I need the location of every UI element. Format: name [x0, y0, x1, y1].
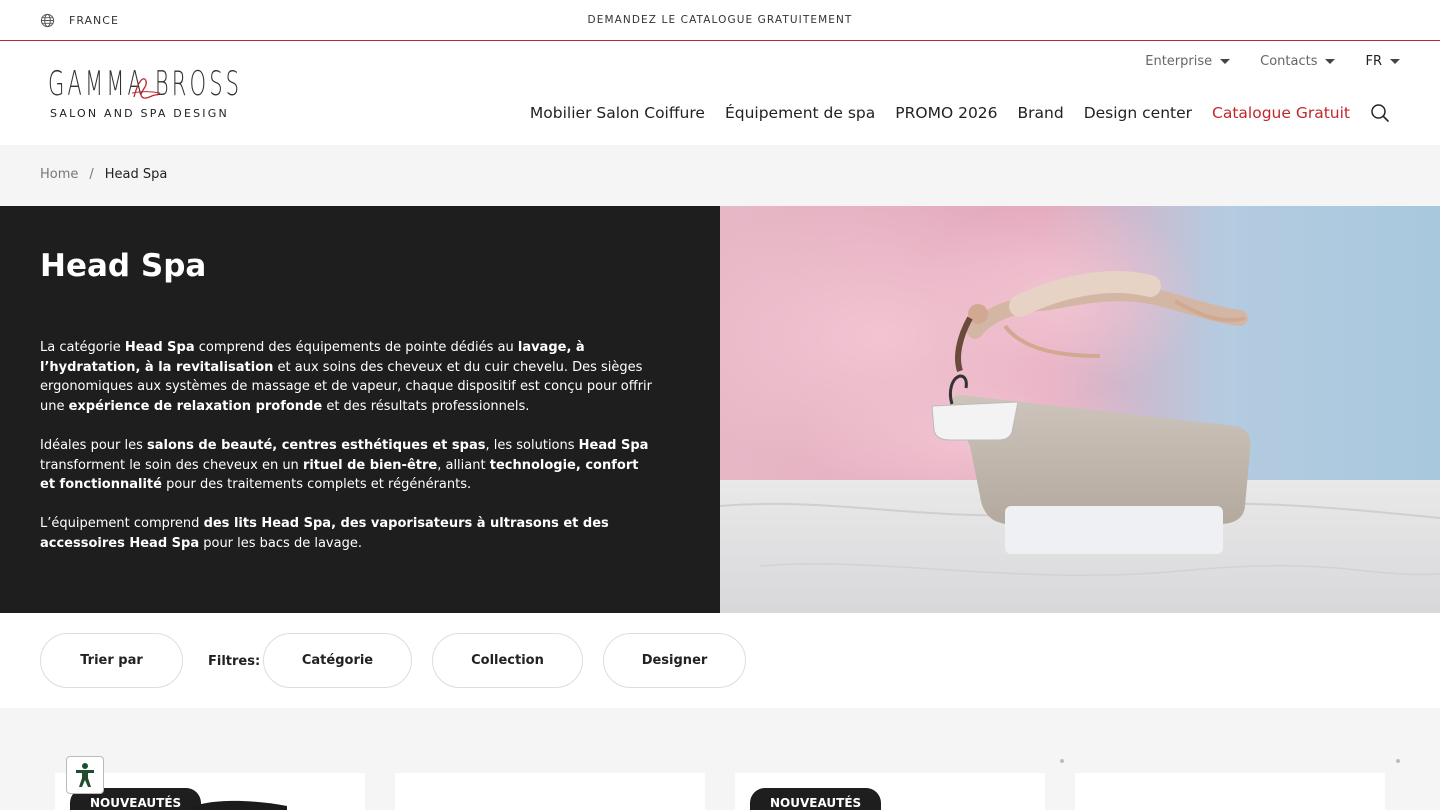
accessibility-icon	[76, 763, 94, 787]
carousel-dot	[1060, 759, 1064, 763]
product-thumbnail	[190, 800, 287, 810]
caret-down-icon	[1220, 59, 1231, 64]
language-selector[interactable]: FR	[1365, 54, 1400, 69]
logo-mark-icon	[131, 78, 161, 99]
nav-item-brand[interactable]: Brand	[1018, 104, 1064, 122]
search-icon	[1371, 104, 1389, 122]
main-nav: Mobilier Salon Coiffure Équipement de sp…	[510, 103, 1390, 123]
page-title: Head Spa	[40, 248, 207, 284]
product-card[interactable]: NOUVEAUTÉS	[735, 773, 1045, 810]
product-card[interactable]	[395, 773, 705, 810]
intro-paragraph-3: L’équipement comprend des lits Head Spa,…	[40, 516, 609, 551]
nav-item-mobilier[interactable]: Mobilier Salon Coiffure	[530, 104, 705, 122]
caret-down-icon	[1390, 59, 1400, 64]
breadcrumb-separator: /	[89, 167, 94, 182]
utility-menu: Enterprise Contacts FR	[1115, 54, 1400, 69]
nav-item-design-center[interactable]: Design center	[1084, 104, 1192, 122]
site-header: GAMMA BROSS SALON AND SPA DESIGN Enterpr…	[0, 41, 1440, 145]
nav-item-promo[interactable]: PROMO 2026	[895, 104, 997, 122]
logo-tagline: SALON AND SPA DESIGN	[50, 107, 229, 120]
filters-label: Filtres:	[208, 654, 261, 669]
product-card[interactable]	[1075, 773, 1385, 810]
logo[interactable]: GAMMA BROSS SALON AND SPA DESIGN	[48, 67, 239, 123]
search-button[interactable]	[1370, 103, 1390, 123]
top-bar: FRANCE DEMANDEZ LE CATALOGUE GRATUITEMEN…	[0, 0, 1440, 41]
nav-item-equipement-spa[interactable]: Équipement de spa	[725, 104, 875, 122]
nav-item-catalogue[interactable]: Catalogue Gratuit	[1212, 104, 1350, 122]
hero-image	[720, 206, 1440, 613]
language-label: FR	[1365, 54, 1382, 69]
intro-paragraph-1: La catégorie Head Spa comprend des équip…	[40, 340, 653, 414]
enterprise-dropdown[interactable]: Enterprise	[1145, 54, 1231, 69]
caret-down-icon	[1325, 59, 1336, 64]
breadcrumb: Home / Head Spa	[40, 167, 167, 182]
catalogue-promo-link[interactable]: DEMANDEZ LE CATALOGUE GRATUITEMENT	[0, 14, 1440, 26]
designer-filter-button[interactable]: Designer	[603, 633, 746, 688]
intro-paragraph-2: Idéales pour les salons de beauté, centr…	[40, 438, 649, 492]
accessibility-button[interactable]	[66, 756, 104, 794]
contacts-label: Contacts	[1260, 54, 1318, 69]
filter-bar: Trier par Filtres: Catégorie Collection …	[0, 613, 1440, 708]
sort-button[interactable]: Trier par	[40, 633, 183, 688]
enterprise-label: Enterprise	[1145, 54, 1213, 69]
breadcrumb-current: Head Spa	[104, 167, 168, 182]
new-badge: NOUVEAUTÉS	[750, 788, 882, 810]
collection-filter-button[interactable]: Collection	[432, 633, 583, 688]
product-grid: NOUVEAUTÉS NOUVEAUTÉS	[0, 708, 1440, 810]
breadcrumb-home[interactable]: Home	[40, 167, 78, 182]
category-intro: Head Spa La catégorie Head Spa comprend …	[0, 206, 720, 613]
category-filter-button[interactable]: Catégorie	[263, 633, 412, 688]
contacts-dropdown[interactable]: Contacts	[1260, 54, 1336, 69]
carousel-dot	[1396, 759, 1400, 763]
